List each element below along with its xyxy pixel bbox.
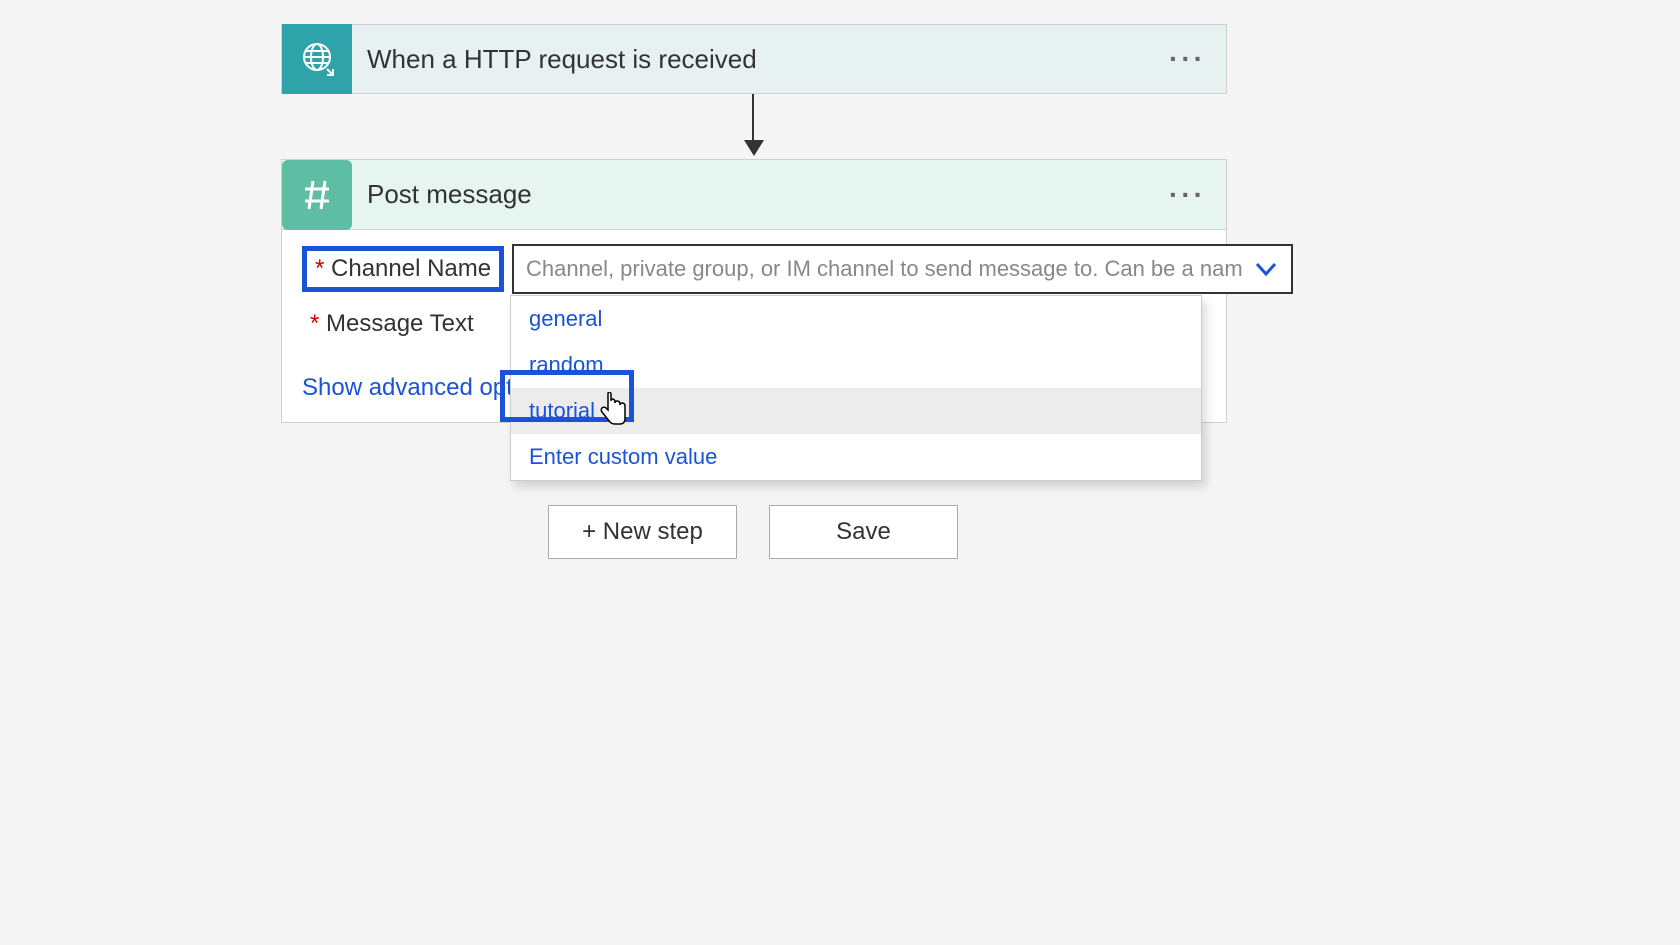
channel-name-row: * Channel Name Channel, private group, o… xyxy=(302,244,1200,294)
message-text-label: * Message Text xyxy=(302,304,482,344)
channel-dropdown-menu: general random tutorial Enter custom val… xyxy=(510,295,1202,481)
flow-connector xyxy=(752,94,754,144)
dropdown-option-general[interactable]: general xyxy=(511,296,1201,342)
save-button[interactable]: Save xyxy=(769,505,958,559)
http-globe-icon xyxy=(282,24,352,94)
flow-arrowhead-icon xyxy=(744,140,764,156)
dropdown-option-random[interactable]: random xyxy=(511,342,1201,388)
channel-name-placeholder: Channel, private group, or IM channel to… xyxy=(526,256,1243,282)
channel-name-dropdown[interactable]: Channel, private group, or IM channel to… xyxy=(512,244,1293,294)
required-star: * xyxy=(310,310,319,337)
trigger-card[interactable]: When a HTTP request is received ··· xyxy=(281,24,1227,94)
action-title: Post message xyxy=(367,179,1169,210)
action-menu-ellipsis-icon[interactable]: ··· xyxy=(1169,181,1226,209)
channel-name-label-text: Channel Name xyxy=(331,255,491,282)
hash-channel-icon xyxy=(282,160,352,230)
chevron-down-icon xyxy=(1253,256,1279,282)
new-step-button[interactable]: + New step xyxy=(548,505,737,559)
channel-name-label: * Channel Name xyxy=(302,246,504,292)
action-header[interactable]: Post message ··· xyxy=(282,160,1226,230)
dropdown-option-tutorial[interactable]: tutorial xyxy=(511,388,1201,434)
trigger-menu-ellipsis-icon[interactable]: ··· xyxy=(1169,45,1226,73)
message-text-label-text: Message Text xyxy=(326,310,474,337)
required-star: * xyxy=(315,255,324,282)
footer-buttons: + New step Save xyxy=(548,505,958,559)
dropdown-option-custom[interactable]: Enter custom value xyxy=(511,434,1201,480)
trigger-title: When a HTTP request is received xyxy=(367,44,1169,75)
